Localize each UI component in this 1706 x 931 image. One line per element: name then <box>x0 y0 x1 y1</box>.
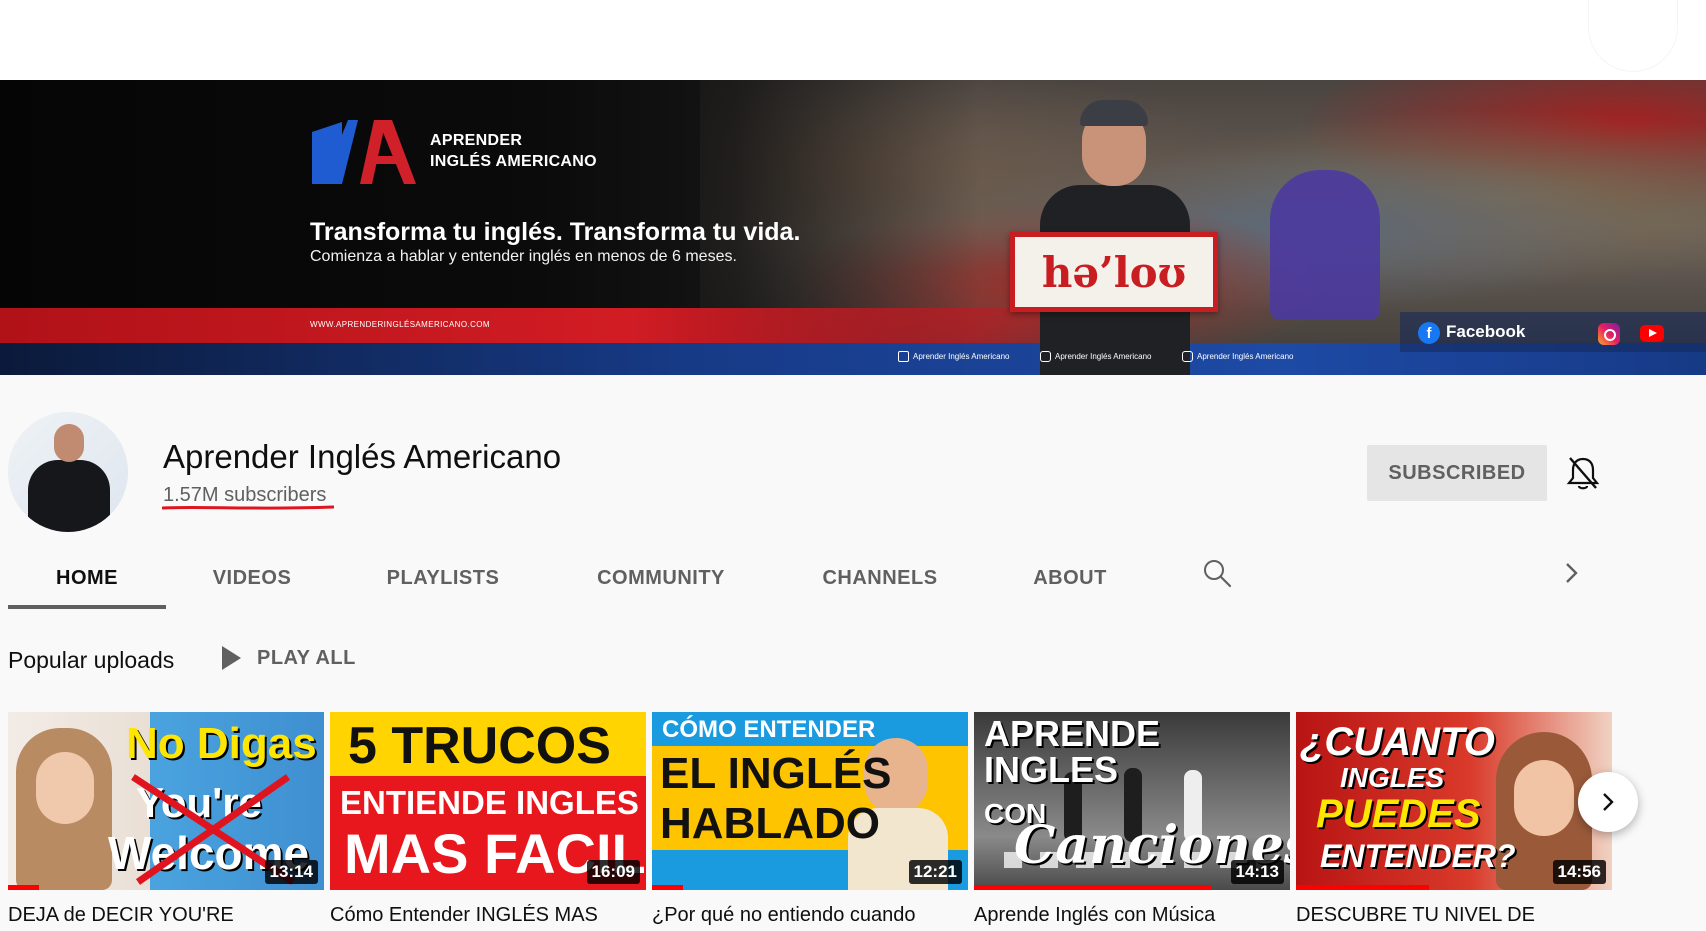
sign-text: hə’loʊ <box>1041 247 1187 297</box>
video-title[interactable]: ¿Por qué no entiendo cuando <box>652 904 968 927</box>
video-title[interactable]: Aprende Inglés con Música <box>974 904 1290 927</box>
banner-logo-text: APRENDER INGLÉS AMERICANO <box>430 130 597 172</box>
banner-sign: hə’loʊ <box>1010 232 1218 312</box>
banner-social-youtube: Aprender Inglés Americano <box>1182 351 1294 362</box>
channel-avatar[interactable] <box>8 412 128 532</box>
video-thumbnail[interactable]: APRENDE INGLES CON Canciones 14:13 <box>974 712 1290 890</box>
search-icon[interactable] <box>1202 558 1232 588</box>
video-duration: 12:21 <box>908 860 962 884</box>
instagram-link-icon[interactable] <box>1598 323 1620 345</box>
logo-line-1: APRENDER <box>430 132 523 149</box>
channel-tabs: HOME VIDEOS PLAYLISTS COMMUNITY CHANNELS… <box>0 546 1706 610</box>
channel-banner: APRENDER INGLÉS AMERICANO Transforma tu … <box>0 80 1706 375</box>
video-duration: 14:56 <box>1552 860 1606 884</box>
facebook-link-icon[interactable]: f <box>1418 322 1440 344</box>
subscriber-count: 1.57M subscribers <box>163 484 327 506</box>
channel-name: Aprender Inglés Americano <box>163 438 562 475</box>
red-underline-annotation <box>162 505 334 510</box>
watch-progress <box>1296 885 1429 890</box>
watch-progress <box>652 885 683 890</box>
tab-videos[interactable]: VIDEOS <box>196 546 308 610</box>
shelf-next-button[interactable] <box>1578 772 1638 832</box>
banner-red-stripe <box>0 308 1140 343</box>
decorative-corner <box>1588 0 1678 72</box>
bell-off-icon[interactable] <box>1566 455 1600 491</box>
banner-subline: Comienza a hablar y entender inglés en m… <box>310 248 737 265</box>
banner-rider <box>1270 170 1380 320</box>
video-duration: 13:14 <box>264 860 318 884</box>
banner-links-strip: f Facebook <box>1400 312 1706 352</box>
youtube-link-icon[interactable] <box>1640 325 1664 342</box>
top-whitespace <box>0 0 1706 80</box>
play-icon <box>222 646 241 670</box>
tab-home[interactable]: HOME <box>8 546 166 610</box>
tab-about[interactable]: ABOUT <box>1024 546 1116 610</box>
video-thumbnail[interactable]: CÓMO ENTENDER EL INGLÉS HABLADO 12:21 <box>652 712 968 890</box>
video-thumbnail[interactable]: 5 TRUCOS ENTIENDE INGLES MAS FACIL 16:09 <box>330 712 646 890</box>
logo-line-2: INGLÉS AMERICANO <box>430 153 597 170</box>
video-card[interactable]: No Digas You're Welcome 13:14 DEJA de DE… <box>8 712 324 931</box>
video-duration: 14:13 <box>1230 860 1284 884</box>
chevron-right-icon <box>1603 793 1614 811</box>
video-thumbnail[interactable]: No Digas You're Welcome 13:14 <box>8 712 324 890</box>
banner-social-instagram: Aprender Inglés Americano <box>1040 351 1152 362</box>
video-card[interactable]: 5 TRUCOS ENTIENDE INGLES MAS FACIL 16:09… <box>330 712 646 931</box>
watch-progress <box>974 885 1211 890</box>
channel-logo-icon <box>312 120 416 184</box>
video-title[interactable]: DEJA de DECIR YOU'RE <box>8 904 324 927</box>
video-card[interactable]: APRENDE INGLES CON Canciones 14:13 Apren… <box>974 712 1290 931</box>
video-title[interactable]: Cómo Entender INGLÉS MAS <box>330 904 646 927</box>
section-title: Popular uploads <box>8 647 175 673</box>
subscribed-button[interactable]: SUBSCRIBED <box>1367 445 1547 501</box>
video-thumbnail[interactable]: ¿CUANTO INGLES PUEDES ENTENDER? 14:56 <box>1296 712 1612 890</box>
youtube-icon <box>1182 351 1193 362</box>
chevron-right-icon[interactable] <box>1560 560 1584 586</box>
tab-channels[interactable]: CHANNELS <box>808 546 952 610</box>
play-all-button[interactable]: PLAY ALL <box>222 646 356 670</box>
tab-playlists[interactable]: PLAYLISTS <box>372 546 514 610</box>
facebook-link[interactable]: Facebook <box>1446 322 1525 342</box>
play-all-label: PLAY ALL <box>257 646 356 669</box>
tab-community[interactable]: COMMUNITY <box>586 546 736 610</box>
video-title[interactable]: DESCUBRE TU NIVEL DE <box>1296 904 1612 927</box>
video-duration: 16:09 <box>586 860 640 884</box>
facebook-icon <box>898 351 909 362</box>
instagram-icon <box>1040 351 1051 362</box>
banner-social-facebook: Aprender Inglés Americano <box>898 351 1010 362</box>
watch-progress <box>8 885 39 890</box>
banner-headline: Transforma tu inglés. Transforma tu vida… <box>310 218 801 246</box>
video-card[interactable]: ¿CUANTO INGLES PUEDES ENTENDER? 14:56 DE… <box>1296 712 1612 931</box>
banner-url: WWW.APRENDERINGLÉSAMERICANO.COM <box>310 320 490 329</box>
active-tab-indicator <box>8 605 166 609</box>
video-card[interactable]: CÓMO ENTENDER EL INGLÉS HABLADO 12:21 ¿P… <box>652 712 968 931</box>
